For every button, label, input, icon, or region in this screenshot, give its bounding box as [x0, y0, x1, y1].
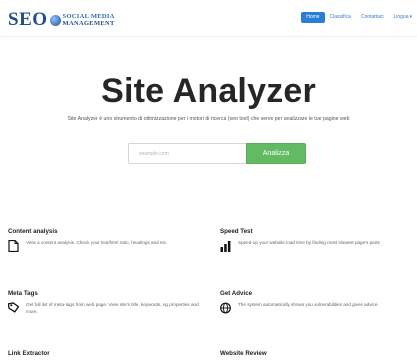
- feature-description: View a content analysis. Check your text…: [26, 240, 168, 245]
- nav-classifica[interactable]: Classifica: [325, 12, 356, 23]
- globe-icon: [220, 302, 231, 314]
- logo-subtitle: SOCIAL MEDIA MANAGEMENT: [63, 13, 115, 27]
- top-header: SEO SOCIAL MEDIA MANAGEMENT Home Classif…: [0, 0, 417, 37]
- feature-link-extractor: Link Extractor: [8, 350, 203, 362]
- bar-chart-icon: [220, 241, 231, 252]
- analyze-form: Analizza: [128, 143, 306, 164]
- feature-meta-tags: Meta Tags Get full list of meta-tags fro…: [8, 290, 203, 315]
- feature-speed-test: Speed Test Speed-up your website load ti…: [220, 228, 415, 252]
- domain-input[interactable]: [128, 143, 246, 164]
- feature-title: Meta Tags: [8, 290, 38, 297]
- page-subtitle: Site Analyzer è uno strumento di ottimiz…: [67, 116, 350, 122]
- feature-title: Website Review: [220, 350, 267, 357]
- feature-description: Speed-up your website load time by findi…: [238, 240, 380, 245]
- feature-title: Link Extractor: [8, 350, 50, 357]
- main-nav: Home Classifica Contattaci Lingua▾: [301, 12, 417, 23]
- feature-get-advice: Get Advice The system automatically show…: [220, 290, 415, 314]
- feature-description: Get full list of meta-tags from web page…: [26, 302, 199, 314]
- page-title: Site Analyzer: [101, 72, 316, 110]
- logo-seo-text: SEO: [8, 9, 48, 30]
- document-icon: [8, 240, 19, 252]
- feature-title: Get Advice: [220, 290, 253, 297]
- nav-contattaci[interactable]: Contattaci: [356, 12, 389, 23]
- feature-title: Speed Test: [220, 228, 253, 235]
- analyze-button[interactable]: Analizza: [246, 143, 306, 164]
- feature-description: The system automatically shows you vulne…: [238, 302, 379, 307]
- caret-down-icon: ▾: [409, 14, 412, 20]
- logo[interactable]: SEO SOCIAL MEDIA MANAGEMENT: [8, 10, 115, 30]
- nav-home[interactable]: Home: [301, 12, 325, 23]
- logo-line2: MANAGEMENT: [62, 20, 115, 27]
- feature-website-review: Website Review: [220, 350, 415, 362]
- logo-line1: SOCIAL MEDIA: [62, 13, 115, 20]
- tag-icon: [8, 302, 19, 313]
- feature-title: Content analysis: [8, 228, 58, 235]
- nav-lingua[interactable]: Lingua▾: [388, 12, 417, 23]
- page: SEO SOCIAL MEDIA MANAGEMENT Home Classif…: [0, 0, 417, 362]
- nav-lingua-label: Lingua: [393, 14, 409, 20]
- globe-icon: [49, 14, 61, 26]
- feature-content-analysis: Content analysis View a content analysis…: [8, 228, 203, 252]
